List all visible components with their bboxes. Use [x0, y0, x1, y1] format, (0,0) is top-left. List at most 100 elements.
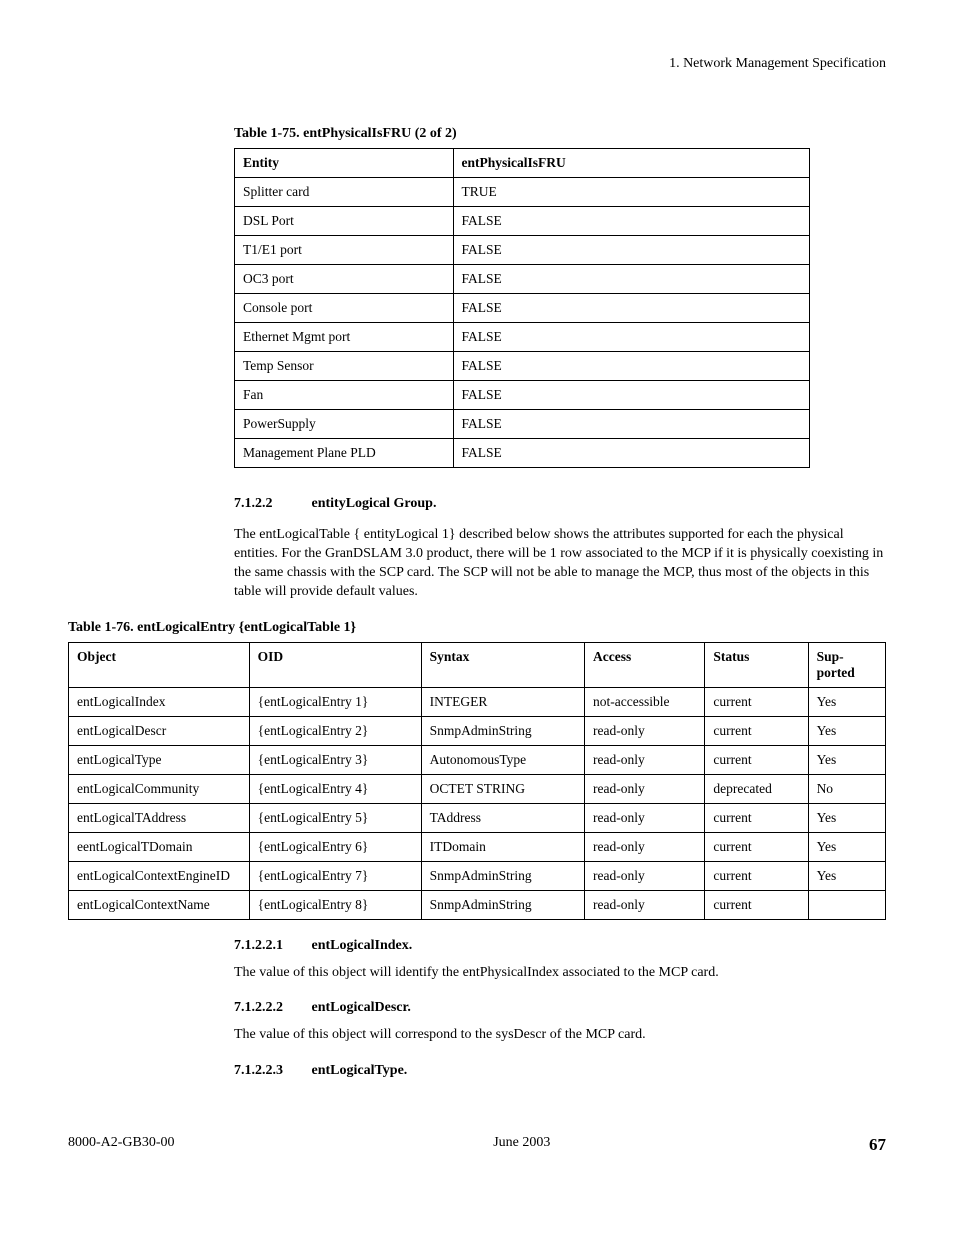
section-712221-heading: 7.1.2.2.1 entLogicalIndex. [234, 938, 886, 954]
table-cell: SnmpAdminString [421, 716, 584, 745]
table-cell: PowerSupply [235, 410, 454, 439]
table-row: Management Plane PLDFALSE [235, 439, 810, 468]
table-cell: {entLogicalEntry 6} [249, 832, 421, 861]
table-row: entLogicalType{entLogicalEntry 3}Autonom… [69, 745, 886, 774]
table-cell: INTEGER [421, 687, 584, 716]
table-cell: Console port [235, 294, 454, 323]
section-7122-number: 7.1.2.2 [234, 496, 308, 512]
table-cell: FALSE [453, 265, 810, 294]
table-row: Ethernet Mgmt portFALSE [235, 323, 810, 352]
table-176-caption: Table 1-76. entLogicalEntry {entLogicalT… [68, 620, 886, 636]
table-row: Temp SensorFALSE [235, 352, 810, 381]
table-176-header-oid: OID [249, 642, 421, 687]
section-712223-number: 7.1.2.2.3 [234, 1063, 308, 1079]
footer-page-number: 67 [869, 1135, 886, 1155]
table-cell: read-only [584, 803, 704, 832]
table-row: OC3 portFALSE [235, 265, 810, 294]
table-cell: current [705, 687, 808, 716]
footer-date: June 2003 [493, 1135, 550, 1155]
table-cell: entLogicalIndex [69, 687, 250, 716]
table-cell: Yes [808, 687, 885, 716]
table-cell: {entLogicalEntry 7} [249, 861, 421, 890]
table-cell: {entLogicalEntry 8} [249, 890, 421, 919]
table-cell: entLogicalDescr [69, 716, 250, 745]
table-cell: {entLogicalEntry 3} [249, 745, 421, 774]
table-cell: read-only [584, 774, 704, 803]
section-712222-body: The value of this object will correspond… [234, 1026, 886, 1045]
table-cell: TRUE [453, 178, 810, 207]
table-cell: T1/E1 port [235, 236, 454, 265]
section-7122-body: The entLogicalTable { entityLogical 1} d… [234, 526, 886, 602]
section-7122-heading: 7.1.2.2 entityLogical Group. [234, 496, 886, 512]
table-176-header-supported: Sup-ported [808, 642, 885, 687]
table-cell: Temp Sensor [235, 352, 454, 381]
table-cell: read-only [584, 716, 704, 745]
section-712221-number: 7.1.2.2.1 [234, 938, 308, 954]
table-cell: {entLogicalEntry 4} [249, 774, 421, 803]
table-row: eentLogicalTDomain{entLogicalEntry 6}ITD… [69, 832, 886, 861]
table-176-header-access: Access [584, 642, 704, 687]
table-cell: FALSE [453, 323, 810, 352]
table-cell: SnmpAdminString [421, 890, 584, 919]
table-cell: ITDomain [421, 832, 584, 861]
table-cell: FALSE [453, 294, 810, 323]
table-row: entLogicalTAddress{entLogicalEntry 5}TAd… [69, 803, 886, 832]
table-row: entLogicalContextName{entLogicalEntry 8}… [69, 890, 886, 919]
table-cell: FALSE [453, 410, 810, 439]
table-row: entLogicalDescr{entLogicalEntry 2}SnmpAd… [69, 716, 886, 745]
table-cell: entLogicalCommunity [69, 774, 250, 803]
table-175-header-row: Entity entPhysicalIsFRU [235, 149, 810, 178]
table-175-header-entity: Entity [235, 149, 454, 178]
section-712223-heading: 7.1.2.2.3 entLogicalType. [234, 1063, 886, 1079]
table-cell: Splitter card [235, 178, 454, 207]
table-cell: OCTET STRING [421, 774, 584, 803]
table-cell: Yes [808, 745, 885, 774]
table-175-caption: Table 1-75. entPhysicalIsFRU (2 of 2) [234, 126, 886, 142]
section-712222-heading: 7.1.2.2.2 entLogicalDescr. [234, 1000, 886, 1016]
table-row: PowerSupplyFALSE [235, 410, 810, 439]
table-cell: entLogicalContextName [69, 890, 250, 919]
table-cell: FALSE [453, 381, 810, 410]
table-row: FanFALSE [235, 381, 810, 410]
table-cell: current [705, 890, 808, 919]
table-cell: deprecated [705, 774, 808, 803]
table-cell: Yes [808, 716, 885, 745]
table-cell: FALSE [453, 352, 810, 381]
table-row: entLogicalContextEngineID{entLogicalEntr… [69, 861, 886, 890]
table-cell: read-only [584, 745, 704, 774]
table-cell: Ethernet Mgmt port [235, 323, 454, 352]
table-cell: Fan [235, 381, 454, 410]
table-cell: OC3 port [235, 265, 454, 294]
table-cell: current [705, 716, 808, 745]
table-176-header-row: Object OID Syntax Access Status Sup-port… [69, 642, 886, 687]
table-175-header-isfru: entPhysicalIsFRU [453, 149, 810, 178]
table-176-header-status: Status [705, 642, 808, 687]
table-cell: Yes [808, 832, 885, 861]
footer-doc-id: 8000-A2-GB30-00 [68, 1135, 175, 1155]
table-cell: No [808, 774, 885, 803]
page-footer: 8000-A2-GB30-00 June 2003 67 [68, 1135, 886, 1155]
table-row: T1/E1 portFALSE [235, 236, 810, 265]
table-cell: SnmpAdminString [421, 861, 584, 890]
table-176-header-object: Object [69, 642, 250, 687]
table-cell: read-only [584, 861, 704, 890]
table-cell: AutonomousType [421, 745, 584, 774]
table-cell: eentLogicalTDomain [69, 832, 250, 861]
table-cell: not-accessible [584, 687, 704, 716]
section-712222-number: 7.1.2.2.2 [234, 1000, 308, 1016]
section-7122-title: entityLogical Group. [312, 496, 437, 511]
table-cell [808, 890, 885, 919]
table-row: Console portFALSE [235, 294, 810, 323]
table-cell: current [705, 832, 808, 861]
section-712221-body: The value of this object will identify t… [234, 964, 886, 983]
table-cell: current [705, 745, 808, 774]
table-row: entLogicalCommunity{entLogicalEntry 4}OC… [69, 774, 886, 803]
table-cell: current [705, 803, 808, 832]
table-176: Object OID Syntax Access Status Sup-port… [68, 642, 886, 920]
table-175: Entity entPhysicalIsFRU Splitter cardTRU… [234, 148, 810, 468]
table-cell: entLogicalType [69, 745, 250, 774]
table-cell: Yes [808, 803, 885, 832]
table-176-header-syntax: Syntax [421, 642, 584, 687]
table-row: Splitter cardTRUE [235, 178, 810, 207]
table-cell: entLogicalContextEngineID [69, 861, 250, 890]
